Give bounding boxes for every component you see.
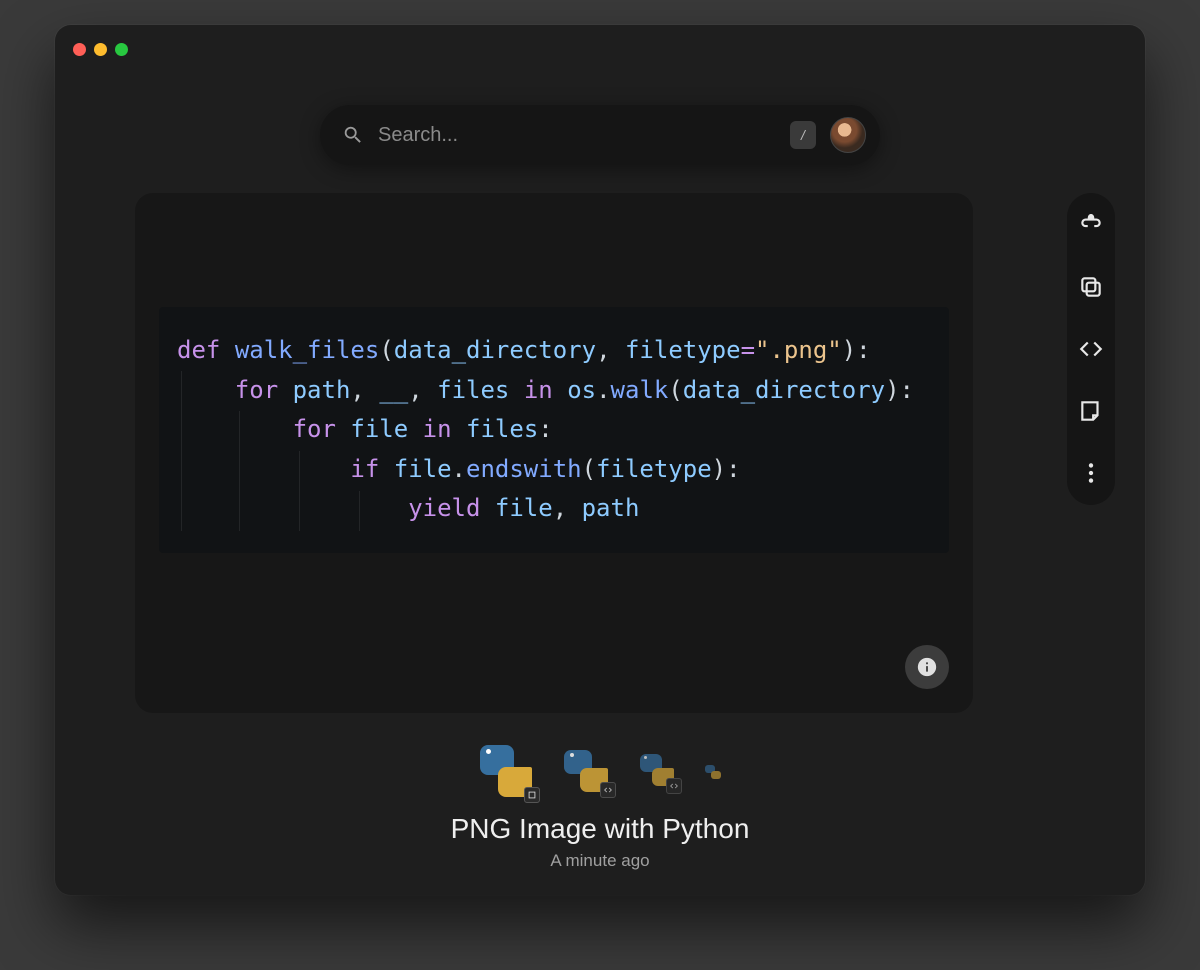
thumbnail-3[interactable] (638, 754, 678, 790)
slash-shortcut-hint: / (790, 121, 816, 149)
search-bar[interactable]: / (320, 105, 880, 165)
more-button[interactable] (1077, 459, 1105, 487)
app-window: / def walk_files(data_directory, filetyp… (55, 25, 1145, 895)
share-link-icon (1078, 212, 1104, 238)
thumbnail-4[interactable] (704, 765, 724, 779)
snippet-timestamp: A minute ago (55, 851, 1145, 871)
python-logo-icon (704, 765, 724, 779)
code-icon (669, 781, 679, 791)
note-icon (1078, 398, 1104, 424)
search-input[interactable] (378, 124, 776, 147)
share-link-button[interactable] (1077, 211, 1105, 239)
thumbnail-badge-code (600, 782, 616, 798)
snippet-preview-card: def walk_files(data_directory, filetype=… (135, 193, 973, 713)
thumbnail-2[interactable] (562, 750, 612, 794)
close-window-button[interactable] (73, 43, 86, 56)
crop-icon (527, 790, 537, 800)
search-icon (342, 124, 364, 146)
thumbnail-badge-crop (524, 787, 540, 803)
window-controls (73, 43, 128, 56)
action-toolbar (1067, 193, 1115, 505)
minimize-window-button[interactable] (94, 43, 107, 56)
code-block: def walk_files(data_directory, filetype=… (159, 307, 949, 553)
info-icon (916, 656, 938, 678)
code-icon (1078, 336, 1104, 362)
more-vertical-icon (1078, 460, 1104, 486)
maximize-window-button[interactable] (115, 43, 128, 56)
thumbnail-badge-code (666, 778, 682, 794)
thumbnail-1[interactable] (476, 745, 536, 799)
info-button[interactable] (905, 645, 949, 689)
thumbnail-row (476, 745, 724, 799)
snippet-title: PNG Image with Python (55, 813, 1145, 845)
user-avatar[interactable] (830, 117, 866, 153)
copy-icon (1078, 274, 1104, 300)
code-button[interactable] (1077, 335, 1105, 363)
note-button[interactable] (1077, 397, 1105, 425)
code-icon (603, 785, 613, 795)
copy-button[interactable] (1077, 273, 1105, 301)
